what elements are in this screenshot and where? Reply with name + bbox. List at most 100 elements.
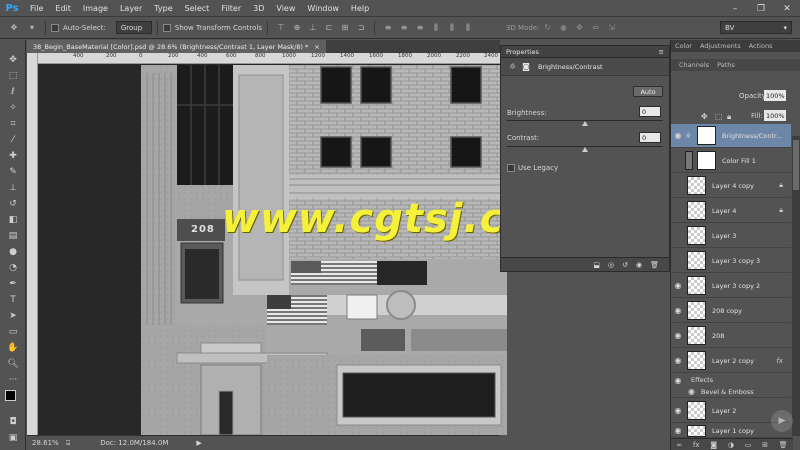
document-canvas[interactable]: 208 [141, 65, 507, 435]
layer-mask-thumbnail[interactable] [697, 126, 716, 145]
brightness-input[interactable]: 0 [639, 106, 661, 117]
document-tab[interactable]: 38_Begin_BaseMaterial [Color].psd @ 28.6… [27, 40, 326, 53]
blur-tool-icon[interactable]: ● [0, 244, 26, 260]
add-mask-icon[interactable]: ◙ [710, 441, 717, 449]
opacity-input[interactable]: 100% [764, 90, 786, 101]
visibility-eye-icon[interactable]: ◉ [671, 406, 685, 415]
view-previous-icon[interactable]: ◎ [608, 261, 614, 269]
crop-tool-icon[interactable]: ⌗ [0, 116, 26, 132]
gradient-tool-icon[interactable]: ▤ [0, 228, 26, 244]
distribute-icon[interactable]: ≡ [382, 22, 394, 34]
link-layers-icon[interactable]: ∞ [676, 441, 682, 449]
effects-row[interactable]: ◉ Effects [671, 374, 791, 386]
healing-brush-tool-icon[interactable]: ✚ [0, 148, 26, 164]
rectangle-tool-icon[interactable]: ▭ [0, 324, 26, 340]
fx-badge[interactable]: fx [776, 357, 783, 365]
menu-type[interactable]: Type [148, 4, 178, 13]
visibility-eye-icon[interactable]: ◉ [671, 306, 685, 315]
layer-row[interactable]: ◉ 208 copy [671, 299, 791, 323]
bevel-emboss-row[interactable]: ◉ Bevel & Emboss [671, 386, 791, 398]
auto-select-checkbox[interactable] [51, 23, 59, 32]
distribute-icon[interactable]: ≡ [414, 22, 426, 34]
distribute-icon[interactable]: ⫼ [430, 22, 442, 34]
reset-icon[interactable]: ↺ [622, 261, 628, 269]
tab-paths[interactable]: Paths [713, 61, 739, 69]
more-tools-icon[interactable]: ··· [0, 372, 26, 388]
menu-layer[interactable]: Layer [114, 4, 148, 13]
type-tool-icon[interactable]: T [0, 292, 26, 308]
layer-row[interactable]: ◉ Layer 2 copy fx [671, 349, 791, 373]
lock-artboard-icon[interactable]: ⬚ [715, 112, 723, 121]
distribute-icon[interactable]: ⫼ [446, 22, 458, 34]
auto-select-dropdown[interactable]: Group [115, 21, 152, 34]
move-tool-icon[interactable]: ✥ [0, 52, 26, 68]
tab-adjustments[interactable]: Adjustments [696, 42, 745, 50]
eraser-tool-icon[interactable]: ◧ [0, 212, 26, 228]
foreground-color-swatch[interactable] [5, 390, 16, 401]
close-button[interactable]: ✕ [774, 0, 800, 17]
align-bottom-icon[interactable]: ⊥ [307, 22, 319, 34]
show-transform-checkbox[interactable] [162, 23, 171, 32]
layer-row[interactable]: ◉ ☼ Brightness/Contr... [671, 124, 791, 148]
contrast-slider-thumb[interactable] [582, 147, 588, 152]
align-center-icon[interactable]: ⊞ [339, 22, 351, 34]
layer-row[interactable]: ◉ 208 [671, 324, 791, 348]
visibility-eye-icon[interactable]: ◉ [671, 387, 695, 396]
3d-pan-icon[interactable]: ✥ [573, 22, 585, 34]
move-tool-icon[interactable]: ✥ [6, 22, 22, 34]
visibility-eye-icon[interactable]: ◉ [671, 131, 685, 140]
panel-menu-icon[interactable]: ≡ [659, 48, 664, 56]
delete-icon[interactable]: 🗑︎ [650, 261, 659, 269]
status-menu-icon[interactable]: ▶ [196, 439, 201, 447]
layers-scrollbar[interactable] [792, 136, 800, 436]
distribute-icon[interactable]: ⫼ [462, 22, 474, 34]
maximize-button[interactable]: ❐ [748, 0, 774, 17]
zoom-level[interactable]: 28.61% [32, 439, 62, 447]
layer-row[interactable]: Color Fill 1 [671, 149, 791, 173]
delete-layer-icon[interactable]: 🗑︎ [779, 441, 788, 449]
menu-select[interactable]: Select [179, 4, 216, 13]
minimize-button[interactable]: – [722, 0, 748, 17]
history-brush-tool-icon[interactable]: ↺ [0, 196, 26, 212]
clip-to-layer-icon[interactable]: ⬓ [593, 261, 600, 269]
tab-actions[interactable]: Actions [745, 42, 777, 50]
brightness-slider-thumb[interactable] [582, 121, 588, 126]
contrast-input[interactable]: 0 [639, 132, 661, 143]
3d-slide-icon[interactable]: ⇔ [589, 22, 601, 34]
layer-row[interactable]: ◉ Layer 3 copy 2 [671, 274, 791, 298]
align-left-icon[interactable]: ⊏ [323, 22, 335, 34]
fill-input[interactable]: 100% [764, 110, 786, 121]
menu-image[interactable]: Image [77, 4, 114, 13]
scrollbar-thumb[interactable] [793, 140, 799, 190]
visibility-eye-icon[interactable]: ◉ [671, 281, 685, 290]
lasso-tool-icon[interactable]: ℓ [0, 84, 26, 100]
layer-mask-thumbnail[interactable] [697, 151, 716, 170]
visibility-eye-icon[interactable]: ◉ [671, 426, 685, 435]
lock-position-icon[interactable]: ✥ [701, 112, 708, 121]
auto-button[interactable]: Auto [633, 86, 663, 97]
new-layer-icon[interactable]: ⊞ [762, 441, 768, 449]
new-adjustment-icon[interactable]: ◑ [728, 441, 734, 449]
fx-icon[interactable]: fx [693, 441, 700, 449]
3d-roll-icon[interactable]: ◉ [557, 22, 569, 34]
zoom-tool-icon[interactable]: 🔍︎ [0, 356, 26, 372]
distribute-icon[interactable]: ≡ [398, 22, 410, 34]
use-legacy-checkbox[interactable] [507, 164, 515, 172]
align-middle-icon[interactable]: ⊕ [291, 22, 303, 34]
mask-icon[interactable]: ◙ [522, 62, 530, 71]
layer-row[interactable]: Layer 3 [671, 224, 791, 248]
eyedropper-tool-icon[interactable]: ⁄ [0, 132, 26, 148]
clone-stamp-tool-icon[interactable]: ⊥ [0, 180, 26, 196]
pen-tool-icon[interactable]: ✒ [0, 276, 26, 292]
tab-channels[interactable]: Channels [671, 61, 713, 69]
layer-row[interactable]: Layer 3 copy 3 [671, 249, 791, 273]
new-group-icon[interactable]: ▭ [745, 441, 752, 449]
quick-mask-icon[interactable]: ◘ [0, 414, 26, 430]
hand-tool-icon[interactable]: ✋ [0, 340, 26, 356]
3d-rotate-icon[interactable]: ↻ [541, 22, 553, 34]
menu-3d[interactable]: 3D [247, 4, 270, 13]
layer-row[interactable]: Layer 4 copy 🔒︎ [671, 174, 791, 198]
menu-window[interactable]: Window [301, 4, 345, 13]
lock-all-icon[interactable]: 🔒︎ [727, 112, 731, 122]
tab-color[interactable]: Color [671, 42, 696, 50]
